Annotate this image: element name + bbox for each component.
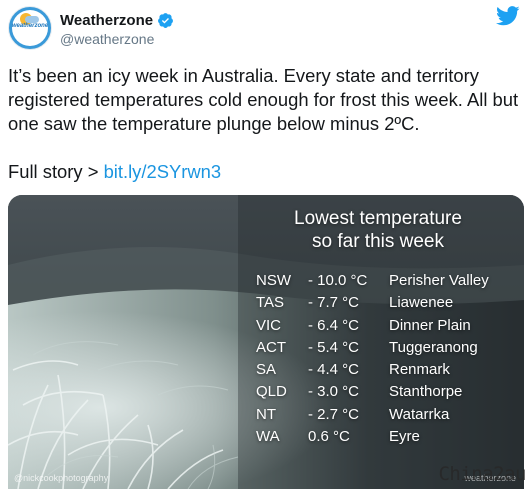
temp-cell: - 2.7 °C — [308, 405, 360, 423]
state-cell: NT — [256, 405, 276, 423]
table-row: ACT - 5.4 °C Tuggeranong — [256, 339, 516, 361]
story-link[interactable]: bit.ly/2SYrwn3 — [104, 161, 222, 182]
state-cell: TAS — [256, 294, 285, 312]
table-row: TAS - 7.7 °C Liawenee — [256, 294, 516, 316]
place-cell: Perisher Valley — [389, 272, 489, 289]
place-cell: Tuggeranong — [389, 338, 478, 356]
table-row: VIC - 6.4 °C Dinner Plain — [256, 317, 516, 339]
name-row: Weatherzone — [60, 10, 174, 30]
site-watermark: China2au — [438, 463, 526, 485]
table-row: SA - 4.4 °C Renmark — [256, 361, 516, 383]
full-story-label: Full story > — [8, 161, 104, 182]
temp-cell: - 10.0 °C — [308, 272, 368, 289]
avatar[interactable]: weatherzone — [8, 6, 52, 50]
handle[interactable]: @weatherzone — [60, 31, 154, 47]
state-cell: VIC — [256, 316, 282, 334]
temp-cell: - 5.4 °C — [308, 338, 360, 356]
photo-credit: @nickcookphotography — [14, 473, 109, 483]
temp-cell: - 7.7 °C — [308, 294, 360, 312]
state-cell: ACT — [256, 338, 286, 356]
state-cell: SA — [256, 361, 277, 379]
tweet-media-image[interactable]: Lowest temperature so far this week NSW … — [8, 195, 524, 489]
place-cell: Liawenee — [389, 294, 454, 312]
panel-title-line2: so far this week — [312, 231, 444, 252]
place-cell: Stanthorpe — [389, 383, 463, 401]
panel-title-line1: Lowest temperature — [294, 208, 462, 229]
tweet-header: weatherzone Weatherzone @weatherzone — [8, 6, 522, 50]
full-story-line: Full story > bit.ly/2SYrwn3 — [8, 160, 221, 184]
state-cell: QLD — [256, 383, 287, 401]
table-row: QLD - 3.0 °C Stanthorpe — [256, 383, 516, 405]
state-cell: NSW — [256, 272, 291, 289]
place-cell: Eyre — [389, 428, 420, 446]
avatar-logo-text: weatherzone — [11, 23, 49, 29]
panel-title: Lowest temperature so far this week — [256, 207, 500, 253]
table-row: WA 0.6 °C Eyre — [256, 428, 516, 450]
cloud-icon — [25, 16, 39, 23]
place-cell: Renmark — [389, 361, 450, 379]
state-cell: WA — [256, 428, 280, 446]
tweet-text: It’s been an icy week in Australia. Ever… — [8, 65, 519, 134]
temp-cell: 0.6 °C — [308, 428, 350, 446]
place-cell: Dinner Plain — [389, 316, 471, 334]
temp-cell: - 4.4 °C — [308, 361, 360, 379]
temp-cell: - 3.0 °C — [308, 383, 360, 401]
temperature-table: NSW - 10.0 °C Perisher Valley TAS - 7.7 … — [256, 272, 516, 450]
table-row: NSW - 10.0 °C Perisher Valley — [256, 272, 516, 294]
verified-badge-icon — [158, 12, 174, 28]
twitter-bird-icon[interactable] — [496, 6, 520, 26]
display-name[interactable]: Weatherzone — [60, 12, 153, 29]
temp-cell: - 6.4 °C — [308, 316, 360, 334]
place-cell: Watarrka — [389, 405, 450, 423]
table-row: NT - 2.7 °C Watarrka — [256, 406, 516, 428]
